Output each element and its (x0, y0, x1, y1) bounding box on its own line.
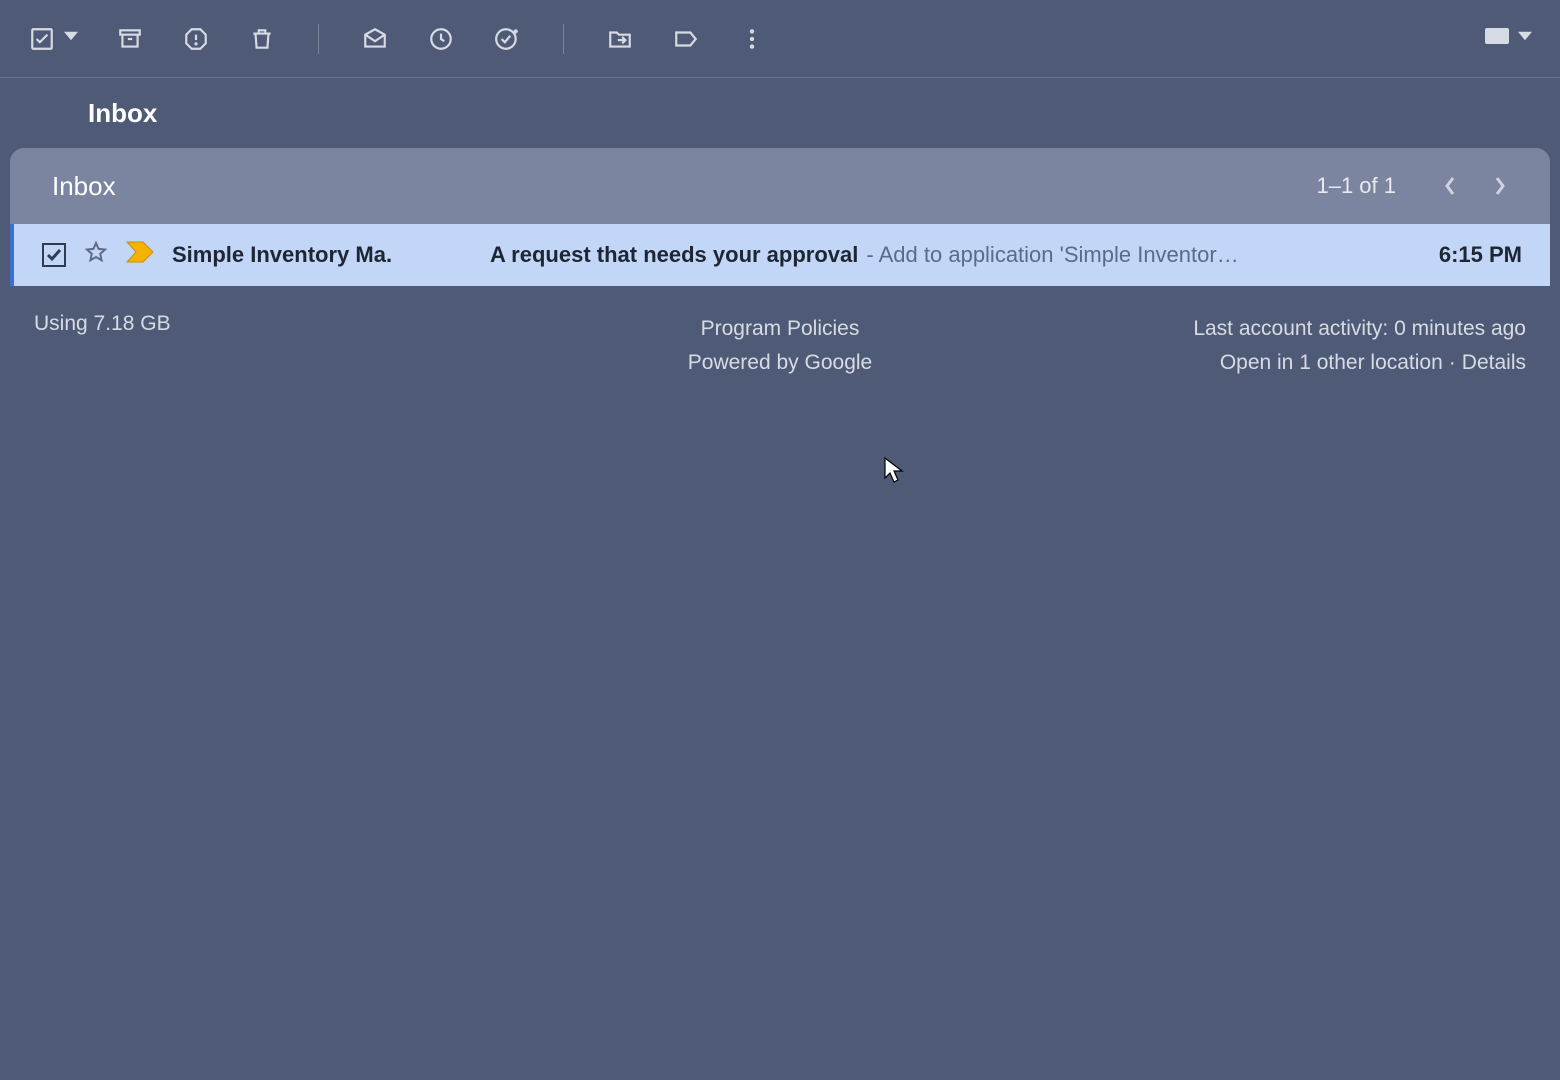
action-toolbar (0, 0, 1560, 78)
message-list-header: Inbox 1–1 of 1 (10, 148, 1550, 224)
message-list: Inbox 1–1 of 1 Simple Inventory Ma. A re… (10, 148, 1550, 286)
footer: Using 7.18 GB Program Policies Powered b… (0, 312, 1560, 379)
details-link[interactable]: Details (1462, 351, 1526, 374)
program-policies-link[interactable]: Program Policies (701, 317, 860, 340)
email-subject-line: A request that needs your approval - Add… (490, 242, 1401, 268)
important-marker-icon[interactable] (126, 241, 154, 269)
toolbar-separator (563, 24, 564, 54)
keyboard-icon (1484, 25, 1510, 52)
email-time: 6:15 PM (1439, 242, 1522, 268)
list-section-title: Inbox (52, 171, 116, 202)
mark-unread-icon[interactable] (361, 25, 389, 53)
input-tools-caret-icon (1518, 29, 1532, 48)
labels-icon[interactable] (672, 25, 700, 53)
row-checkbox[interactable] (42, 243, 66, 267)
email-subject: A request that needs your approval (490, 242, 858, 268)
pager-next-button[interactable] (1480, 166, 1520, 206)
email-row[interactable]: Simple Inventory Ma. A request that need… (10, 224, 1550, 286)
pager-prev-button[interactable] (1430, 166, 1470, 206)
email-preview: - Add to application 'Simple Inventor… (866, 242, 1238, 268)
select-checkbox-icon (28, 25, 56, 53)
storage-usage: Using 7.18 GB (34, 312, 171, 379)
toolbar-left-group (28, 24, 766, 54)
star-icon[interactable] (84, 240, 108, 270)
pager-count: 1–1 of 1 (1316, 173, 1396, 199)
mouse-cursor-icon (884, 457, 904, 485)
select-dropdown-caret-icon (64, 29, 78, 48)
move-to-icon[interactable] (606, 25, 634, 53)
snooze-icon[interactable] (427, 25, 455, 53)
archive-icon[interactable] (116, 25, 144, 53)
toolbar-separator (318, 24, 319, 54)
delete-icon[interactable] (248, 25, 276, 53)
powered-by: Powered by Google (688, 351, 872, 374)
add-to-tasks-icon[interactable] (493, 25, 521, 53)
report-spam-icon[interactable] (182, 25, 210, 53)
select-all-control[interactable] (28, 25, 78, 53)
tab-inbox[interactable]: Inbox (88, 98, 157, 129)
last-activity: Last account activity: 0 minutes ago (1193, 317, 1526, 340)
open-elsewhere: Open in 1 other location (1220, 351, 1443, 374)
more-actions-icon[interactable] (738, 25, 766, 53)
email-sender: Simple Inventory Ma. (172, 242, 472, 268)
category-tabs-bar: Inbox (0, 78, 1560, 148)
input-tools-control[interactable] (1484, 25, 1532, 52)
